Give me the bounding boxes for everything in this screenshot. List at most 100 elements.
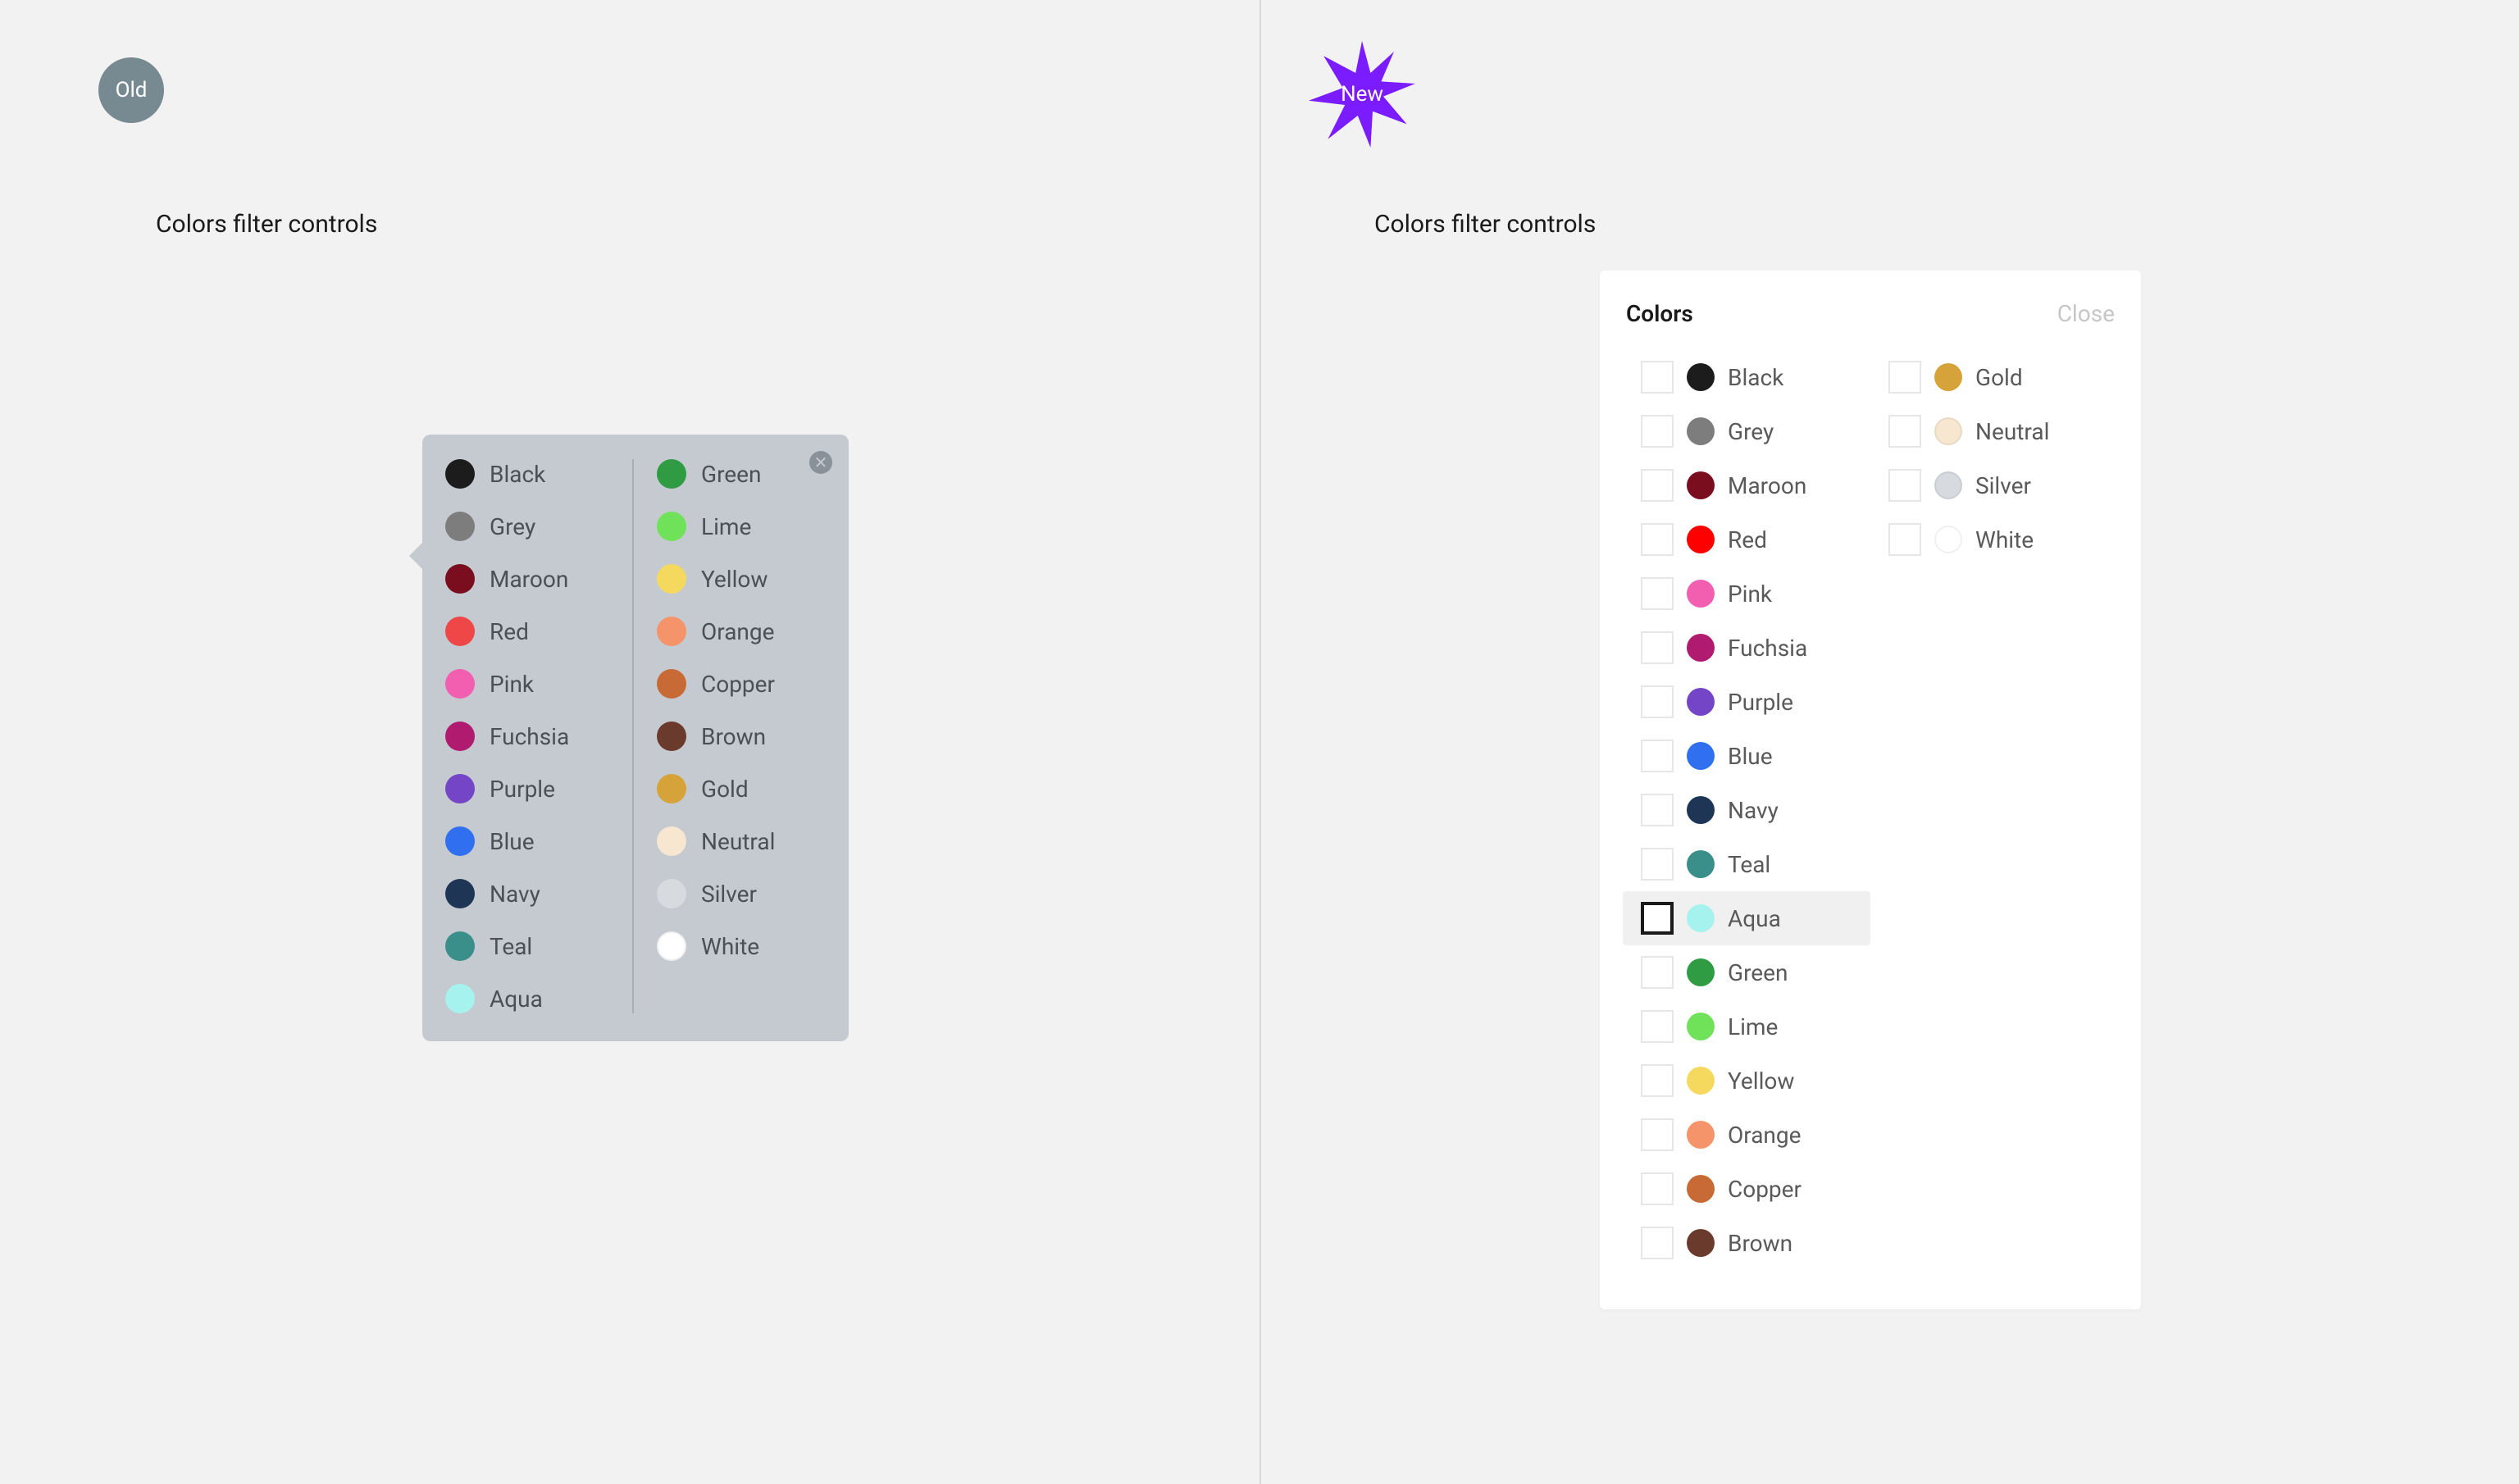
color-option-copper[interactable]: Copper [1623, 1162, 1870, 1216]
color-option-navy[interactable]: Navy [1623, 783, 1870, 837]
color-label: Teal [1728, 851, 1770, 878]
checkbox[interactable] [1641, 1227, 1674, 1259]
color-option-orange[interactable]: Orange [657, 617, 821, 646]
color-option-aqua[interactable]: Aqua [1623, 891, 1870, 945]
color-label: Neutral [701, 828, 775, 855]
color-option-grey[interactable]: Grey [1623, 404, 1870, 458]
color-option-green[interactable]: Green [657, 459, 821, 489]
color-label: Aqua [490, 986, 543, 1013]
color-option-copper[interactable]: Copper [657, 669, 821, 699]
swatch-blue-icon [445, 826, 475, 856]
swatch-black-icon [445, 459, 475, 489]
new-left-column: BlackGrey Maroon Red PinkFuchsiaPurpleBlue N… [1623, 350, 1870, 1270]
color-label: Red [1728, 526, 1767, 553]
color-label: Orange [701, 618, 774, 645]
color-option-fuchsia[interactable]: Fuchsia [1623, 621, 1870, 675]
color-option-neutral[interactable]: Neutral [1870, 404, 2118, 458]
color-option-teal[interactable]: Teal [445, 931, 609, 961]
panel-title: Colors [1626, 300, 1693, 327]
color-label: Maroon [490, 566, 568, 593]
checkbox[interactable] [1888, 469, 1921, 502]
color-option-silver[interactable]: Silver [1870, 458, 2118, 512]
checkbox[interactable] [1641, 902, 1674, 935]
color-label: Maroon [1728, 472, 1806, 499]
color-option-teal[interactable]: Teal [1623, 837, 1870, 891]
swatch-gold-icon [1934, 363, 1962, 391]
swatch-purple-icon [445, 774, 475, 803]
color-option-brown[interactable]: Brown [1623, 1216, 1870, 1270]
checkbox[interactable] [1641, 1172, 1674, 1205]
checkbox[interactable] [1641, 631, 1674, 664]
color-option-white[interactable]: White [1870, 512, 2118, 567]
checkbox[interactable] [1641, 956, 1674, 989]
checkbox[interactable] [1641, 469, 1674, 502]
new-pane: New Colors filter controls Colors Close … [1260, 0, 2519, 1484]
color-option-purple[interactable]: Purple [1623, 675, 1870, 729]
checkbox[interactable] [1641, 1064, 1674, 1097]
checkbox[interactable] [1641, 577, 1674, 610]
color-option-white[interactable]: White [657, 931, 821, 961]
old-badge-label: Old [116, 78, 148, 102]
checkbox[interactable] [1888, 523, 1921, 556]
color-label: Purple [490, 776, 555, 803]
color-label: Black [490, 461, 545, 488]
color-label: Brown [701, 723, 766, 750]
color-option-maroon[interactable]: Maroon [1623, 458, 1870, 512]
checkbox[interactable] [1641, 848, 1674, 881]
color-option-red[interactable]: Red [445, 617, 609, 646]
close-icon[interactable]: ✕ [809, 451, 832, 474]
color-label: Blue [490, 828, 535, 855]
color-label: Fuchsia [490, 723, 569, 750]
color-option-black[interactable]: Black [1623, 350, 1870, 404]
checkbox[interactable] [1641, 1118, 1674, 1151]
checkbox[interactable] [1641, 523, 1674, 556]
swatch-silver-icon [657, 879, 686, 908]
color-option-aqua[interactable]: Aqua [445, 984, 609, 1013]
new-color-panel: Colors Close BlackGrey Maroon Red PinkFuchs… [1600, 271, 2141, 1309]
checkbox[interactable] [1641, 794, 1674, 826]
color-option-yellow[interactable]: Yellow [657, 564, 821, 594]
color-option-lime[interactable]: Lime [657, 512, 821, 541]
color-label: Copper [1728, 1176, 1802, 1203]
color-option-silver[interactable]: Silver [657, 879, 821, 908]
checkbox[interactable] [1888, 415, 1921, 448]
color-option-lime[interactable]: Lime [1623, 999, 1870, 1054]
color-option-yellow[interactable]: Yellow [1623, 1054, 1870, 1108]
checkbox[interactable] [1641, 685, 1674, 718]
swatch-copper-icon [1687, 1175, 1715, 1203]
swatch-blue-icon [1687, 742, 1715, 770]
checkbox[interactable] [1641, 740, 1674, 772]
swatch-lime-icon [657, 512, 686, 541]
color-option-navy[interactable]: Navy [445, 879, 609, 908]
color-option-blue[interactable]: Blue [1623, 729, 1870, 783]
color-option-neutral[interactable]: Neutral [657, 826, 821, 856]
color-option-fuchsia[interactable]: Fuchsia [445, 722, 609, 751]
swatch-silver-icon [1934, 471, 1962, 499]
close-button[interactable]: Close [2057, 300, 2115, 327]
color-label: Navy [1728, 797, 1779, 824]
color-option-orange[interactable]: Orange [1623, 1108, 1870, 1162]
checkbox[interactable] [1641, 361, 1674, 394]
color-option-purple[interactable]: Purple [445, 774, 609, 803]
color-option-brown[interactable]: Brown [657, 722, 821, 751]
color-label: Brown [1728, 1230, 1792, 1257]
color-option-green[interactable]: Green [1623, 945, 1870, 999]
color-option-blue[interactable]: Blue [445, 826, 609, 856]
color-option-gold[interactable]: Gold [657, 774, 821, 803]
new-badge-label: New [1309, 41, 1415, 148]
new-badge: New [1309, 41, 1415, 148]
color-option-grey[interactable]: Grey [445, 512, 609, 541]
checkbox[interactable] [1888, 361, 1921, 394]
old-right-column: Green Lime Yellow Orange Copper Brown Gold Neut… [634, 459, 821, 1013]
color-option-maroon[interactable]: Maroon [445, 564, 609, 594]
color-option-black[interactable]: Black [445, 459, 609, 489]
swatch-fuchsia-icon [445, 722, 475, 751]
color-option-pink[interactable]: Pink [1623, 567, 1870, 621]
swatch-teal-icon [445, 931, 475, 961]
color-option-gold[interactable]: Gold [1870, 350, 2118, 404]
color-option-pink[interactable]: Pink [445, 669, 609, 699]
color-label: Navy [490, 881, 540, 908]
checkbox[interactable] [1641, 1010, 1674, 1043]
color-option-red[interactable]: Red [1623, 512, 1870, 567]
checkbox[interactable] [1641, 415, 1674, 448]
